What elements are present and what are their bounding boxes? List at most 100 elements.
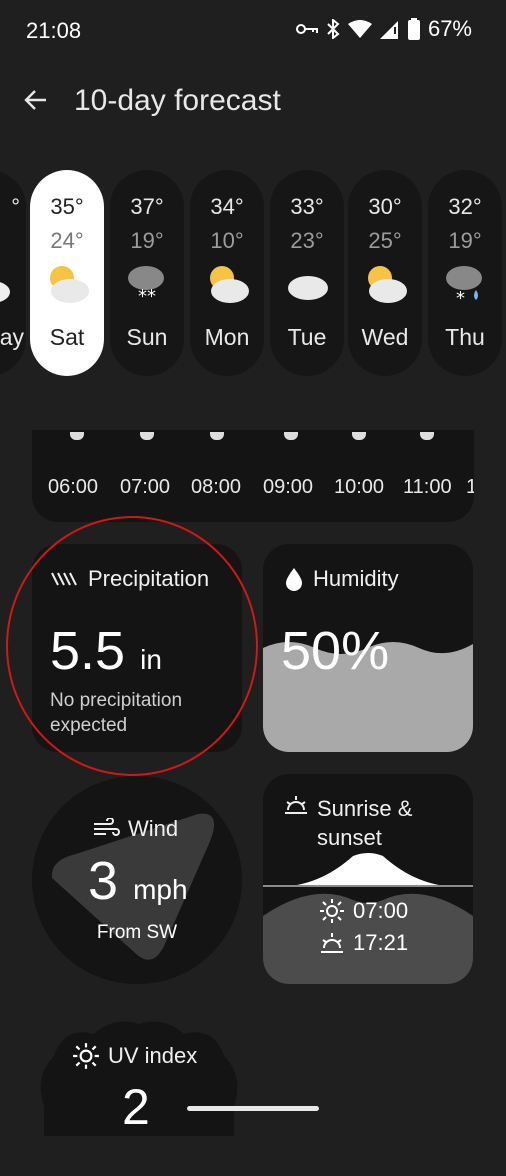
- status-icons: 67%: [295, 16, 472, 42]
- wind-label: Wind: [128, 816, 179, 841]
- hour-label: 06:00: [48, 476, 99, 498]
- day-selector[interactable]: ° ay 35° 24° Sat 37° 19° ** Sun 34° 10° …: [0, 170, 506, 380]
- precipitation-card[interactable]: Precipitation 5.5 in No precipitation ex…: [32, 544, 242, 752]
- day-name: ay: [0, 324, 24, 350]
- sunset-time: 17:21: [353, 930, 409, 955]
- sunrise-sunset-card[interactable]: Sunrise & sunset 07:00 17:21: [263, 774, 473, 984]
- day-high: °: [11, 194, 20, 219]
- battery-percent: 67%: [427, 16, 472, 41]
- hourly-icon: [140, 432, 154, 440]
- uv-title: UV index: [72, 1042, 197, 1070]
- partly-cloudy-icon: [0, 282, 10, 302]
- snow-cloud-icon: **: [128, 266, 164, 306]
- day-name: Sun: [126, 324, 168, 350]
- bluetooth-icon: [327, 19, 340, 39]
- day-item-tue[interactable]: 33° 23° Tue: [270, 170, 344, 376]
- day-high: 37°: [130, 194, 164, 219]
- wifi-icon: [347, 20, 372, 38]
- partly-cloudy-icon: [50, 266, 89, 303]
- uv-index-card[interactable]: UV index 2: [34, 1016, 244, 1176]
- hour-label: 11:00: [403, 476, 452, 498]
- gesture-nav-handle[interactable]: [187, 1106, 319, 1111]
- uv-value: 2: [122, 1079, 150, 1135]
- partly-cloudy-icon: [210, 266, 249, 303]
- battery-icon: [407, 18, 420, 40]
- sleet-cloud-icon: *: [446, 266, 482, 306]
- partly-cloudy-icon: [368, 266, 407, 303]
- humidity-label: Humidity: [313, 566, 399, 591]
- sun-title: Sunrise & sunset: [283, 794, 412, 852]
- arrow-back-icon: [24, 90, 46, 110]
- sunrise-row: 07:00: [319, 898, 408, 924]
- wind-card[interactable]: Wind 3 mph From SW: [32, 776, 242, 984]
- day-high: 35°: [50, 194, 84, 219]
- wind-icon: [94, 818, 120, 836]
- hour-label: 10:00: [334, 476, 385, 498]
- day-item-mon[interactable]: 34° 10° Mon: [190, 170, 264, 376]
- day-low: 23°: [290, 228, 324, 253]
- precipitation-caption: No precipitation expected: [50, 688, 182, 738]
- sun-icon: [73, 1043, 99, 1069]
- cloud-icon: [288, 276, 328, 300]
- wind-unit: mph: [133, 874, 188, 905]
- sun-icon: [320, 899, 344, 923]
- wind-value: 3: [88, 851, 119, 911]
- hour-label: 07:00: [120, 476, 171, 498]
- precipitation-unit: in: [140, 644, 162, 675]
- precipitation-caption-line2: expected: [50, 715, 128, 736]
- rain-icon: [51, 572, 77, 586]
- day-low: 19°: [448, 228, 482, 253]
- signal-icon: [379, 21, 398, 39]
- hourly-icon: [284, 432, 298, 440]
- app-bar: 10-day forecast: [0, 70, 506, 134]
- day-high: 32°: [448, 194, 482, 219]
- sunset-row: 17:21: [319, 930, 408, 956]
- precipitation-value: 5.5: [50, 621, 126, 681]
- hour-label: 09:00: [263, 476, 314, 498]
- hourly-forecast-card[interactable]: 06:00 07:00 08:00 09:00 10:00 11:00 1: [32, 430, 474, 522]
- sunset-icon: [321, 933, 343, 953]
- sun-title-line2: sunset: [317, 825, 382, 850]
- day-item-friday[interactable]: ° ay: [0, 170, 26, 376]
- precipitation-label: Precipitation: [88, 566, 210, 591]
- vpn-key-icon: [295, 24, 318, 34]
- wind-value-row: 3 mph: [88, 850, 188, 912]
- day-name: Sat: [49, 324, 85, 350]
- page-title: 10-day forecast: [74, 84, 281, 117]
- sunrise-time: 07:00: [353, 898, 409, 923]
- status-bar: 21:08 67%: [0, 0, 506, 62]
- humidity-title: Humidity: [283, 566, 399, 592]
- precipitation-value-row: 5.5 in: [50, 620, 162, 682]
- clock: 21:08: [26, 18, 82, 43]
- humidity-value: 50%: [281, 621, 390, 681]
- precipitation-caption-line1: No precipitation: [50, 690, 183, 711]
- svg-text:*: *: [456, 288, 465, 306]
- hour-label: 1: [466, 476, 474, 498]
- day-name: Thu: [445, 324, 485, 350]
- wind-title: Wind: [92, 816, 178, 842]
- day-low: 24°: [50, 228, 84, 253]
- humidity-card[interactable]: Humidity 50%: [263, 544, 473, 752]
- day-low: 19°: [130, 228, 164, 253]
- day-high: 30°: [368, 194, 402, 219]
- day-name: Wed: [361, 324, 409, 350]
- water-drop-icon: [286, 568, 302, 591]
- precipitation-title: Precipitation: [50, 566, 209, 592]
- wind-direction: From SW: [96, 922, 178, 943]
- day-name: Tue: [287, 324, 327, 350]
- day-item-thu[interactable]: 32° 19° * Thu: [428, 170, 502, 376]
- svg-text:**: **: [138, 286, 156, 306]
- day-item-wed[interactable]: 30° 25° Wed: [348, 170, 422, 376]
- hour-label: 08:00: [191, 476, 242, 498]
- day-low: 25°: [368, 228, 402, 253]
- day-high: 33°: [290, 194, 324, 219]
- hourly-icon: [352, 432, 366, 440]
- uv-label: UV index: [108, 1043, 198, 1068]
- hourly-icon: [70, 432, 84, 440]
- day-low: 10°: [210, 228, 244, 253]
- day-item-sun[interactable]: 37° 19° ** Sun: [110, 170, 184, 376]
- hourly-icon: [420, 432, 434, 440]
- back-button[interactable]: [20, 84, 52, 116]
- day-item-sat[interactable]: 35° 24° Sat: [30, 170, 104, 376]
- sun-title-line1: Sunrise &: [317, 796, 413, 821]
